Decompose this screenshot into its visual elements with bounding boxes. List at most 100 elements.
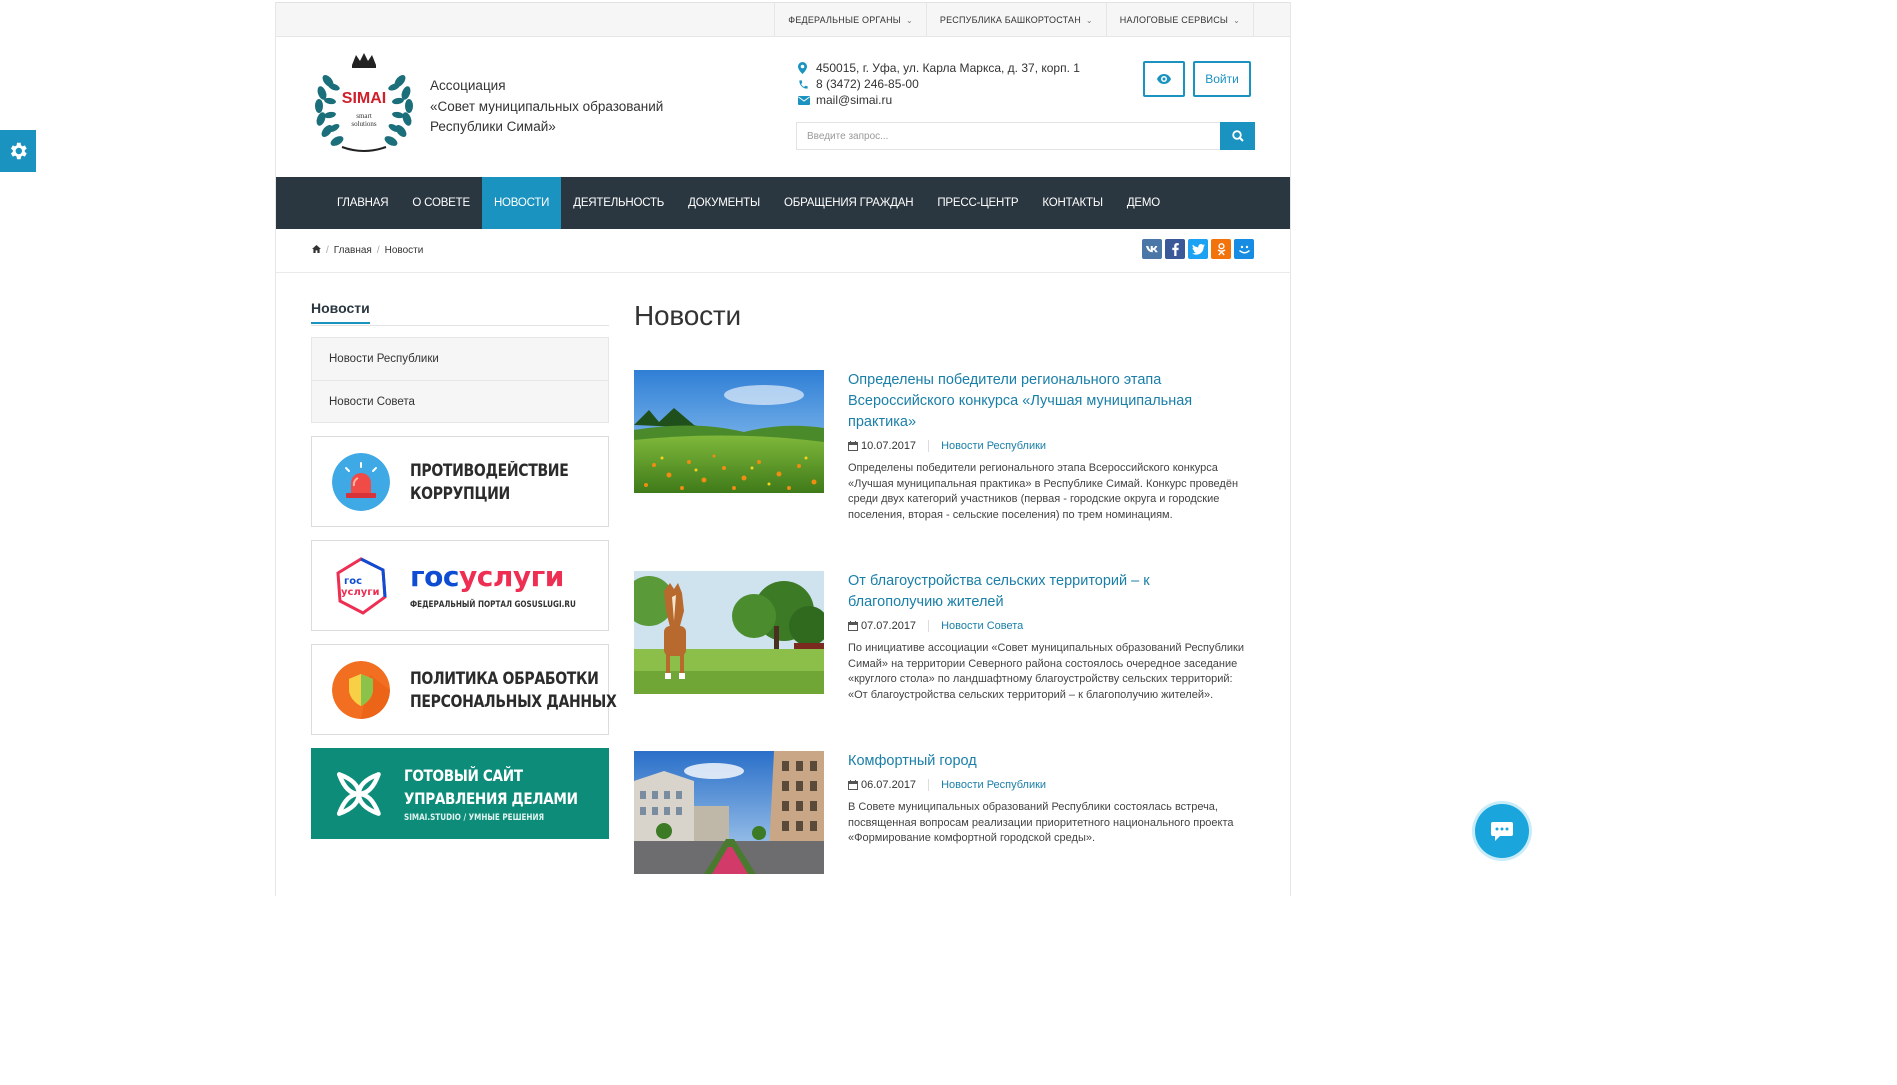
breadcrumb: / Главная / Новости — [312, 245, 423, 256]
map-marker-icon — [798, 62, 816, 74]
news-category-link[interactable]: Новости Республики — [941, 779, 1046, 791]
news-image-meadow[interactable] — [634, 370, 824, 493]
facebook-icon[interactable] — [1165, 239, 1185, 259]
sidebar-title: Новости — [311, 300, 370, 324]
news-category-link[interactable]: Новости Совета — [941, 620, 1023, 632]
news-date: 10.07.2017 — [861, 440, 917, 452]
chevron-down-icon: ⌄ — [905, 15, 913, 25]
sidebar-menu: Новости Республики Новости Совета — [311, 337, 609, 423]
page-title: Новости — [634, 300, 741, 331]
svg-text:solutions: solutions — [351, 120, 377, 128]
top-bar-menu: ФЕДЕРАЛЬНЫЕ ОРГАНЫ ⌄ РЕСПУБЛИКА БАШКОРТОС… — [774, 3, 1254, 37]
news-body: Комфортный город 06.07.2017 Новости Респ… — [848, 751, 1248, 847]
nav-item-press[interactable]: ПРЕСС-ЦЕНТР — [925, 177, 1030, 229]
banner-anti-corruption[interactable]: ПРОТИВОДЕЙСТВИЕ КОРРУПЦИИ — [311, 436, 609, 527]
site-logo[interactable]: SIMAI smart solutions — [312, 51, 416, 157]
search-input[interactable] — [796, 122, 1220, 150]
nav-item-home[interactable]: ГЛАВНАЯ — [325, 177, 400, 229]
org-name: Ассоциация «Совет муниципальных образова… — [430, 76, 663, 138]
chevron-down-icon: ⌄ — [1233, 15, 1240, 25]
nav-item-documents[interactable]: ДОКУМЕНТЫ — [676, 177, 772, 229]
breadcrumb-row: / Главная / Новости — [276, 229, 1290, 273]
site-header: SIMAI smart solutions Ассоциация «Совет … — [276, 37, 1290, 177]
phone-row: 8 (3472) 246-85-00 — [798, 76, 1080, 92]
breadcrumb-separator: / — [376, 245, 380, 256]
sidebar-item-republic-news[interactable]: Новости Республики — [312, 338, 608, 380]
news-title-link[interactable]: От благоустройства сельских территорий –… — [848, 571, 1248, 613]
nav-item-appeals[interactable]: ОБРАЩЕНИЯ ГРАЖДАН — [772, 177, 925, 229]
accessibility-button[interactable] — [1143, 61, 1185, 97]
banner-simai-studio[interactable]: ГОТОВЫЙ САЙТ УПРАВЛЕНИЯ ДЕЛАМИ SIMAI.STU… — [311, 748, 609, 839]
meta-divider — [928, 440, 930, 452]
svg-text:услуги: услуги — [341, 587, 380, 598]
vk-icon[interactable] — [1142, 239, 1162, 259]
banner-text: ГОТОВЫЙ САЙТ УПРАВЛЕНИЯ ДЕЛАМИ — [404, 764, 578, 810]
breadcrumb-current: Новости — [384, 245, 424, 256]
news-meta: 10.07.2017 Новости Республики — [848, 440, 1248, 452]
news-excerpt: По инициативе ассоциации «Совет муниципа… — [848, 642, 1244, 701]
topbar-item-tax[interactable]: НАЛОГОВЫЕ СЕРВИСЫ ⌄ — [1107, 3, 1254, 37]
social-share — [1142, 239, 1254, 259]
settings-gear-button[interactable] — [0, 130, 36, 172]
home-icon[interactable] — [312, 245, 321, 256]
org-name-line: Ассоциация — [430, 78, 506, 93]
search-icon — [1231, 130, 1244, 142]
banner-gosuslugi[interactable]: гос услуги госуслуги ФЕДЕРАЛЬНЫЙ ПОРТАЛ … — [311, 540, 609, 631]
calendar-icon — [848, 441, 858, 451]
address-text: 450015, г. Уфа, ул. Карла Маркса, д. 37,… — [816, 61, 1080, 75]
banner-personal-data[interactable]: ПОЛИТИКА ОБРАБОТКИ ПЕРСОНАЛЬНЫХ ДАННЫХ — [311, 644, 617, 735]
contact-info: 450015, г. Уфа, ул. Карла Маркса, д. 37,… — [798, 60, 1080, 108]
news-date: 07.07.2017 — [861, 620, 917, 632]
svg-text:smart: smart — [356, 112, 372, 120]
topbar-item-federal[interactable]: ФЕДЕРАЛЬНЫЕ ОРГАНЫ ⌄ — [775, 3, 927, 37]
email-row: mail@simai.ru — [798, 92, 1080, 108]
nav-item-news[interactable]: НОВОСТИ — [481, 177, 562, 229]
email-link[interactable]: mail@simai.ru — [816, 92, 892, 108]
moimir-icon[interactable] — [1234, 239, 1254, 259]
sidebar-header: Новости — [311, 299, 609, 326]
siren-icon — [332, 452, 390, 511]
breadcrumb-home[interactable]: Главная — [334, 245, 372, 256]
news-title-link[interactable]: Определены победители регионального этап… — [848, 370, 1248, 433]
gear-icon — [10, 142, 27, 160]
nav-item-demo[interactable]: ДЕМО — [1115, 177, 1172, 229]
news-image-city[interactable] — [634, 751, 824, 874]
phone-text[interactable]: 8 (3472) 246-85-00 — [816, 76, 919, 92]
banner-line: УПРАВЛЕНИЯ ДЕЛАМИ — [403, 789, 578, 808]
topbar-item-bashkortostan[interactable]: РЕСПУБЛИКА БАШКОРТОСТАН ⌄ — [927, 3, 1107, 37]
news-date: 06.07.2017 — [861, 779, 917, 791]
search-form — [796, 122, 1255, 150]
nav-item-contacts[interactable]: КОНТАКТЫ — [1030, 177, 1114, 229]
search-button[interactable] — [1220, 122, 1255, 150]
news-excerpt: В Совете муниципальных образований Респу… — [848, 801, 1234, 845]
gosuslugi-logo: гос услуги — [332, 556, 390, 615]
news-excerpt: Определены победители регионального этап… — [848, 462, 1239, 521]
meta-divider — [928, 779, 930, 791]
news-title-link[interactable]: Комфортный город — [848, 751, 1248, 772]
twitter-icon[interactable] — [1188, 239, 1208, 259]
phone-icon — [798, 79, 816, 90]
logo-text: SIMAI — [342, 90, 386, 107]
banner-text: ПОЛИТИКА ОБРАБОТКИ ПЕРСОНАЛЬНЫХ ДАННЫХ — [410, 667, 617, 713]
odnoklassniki-icon[interactable] — [1211, 239, 1231, 259]
sidebar-item-council-news[interactable]: Новости Совета — [312, 380, 608, 422]
main-navigation: ГЛАВНАЯ О СОВЕТЕ НОВОСТИ ДЕЯТЕЛЬНОСТЬ ДО… — [276, 177, 1290, 229]
simai-flower-icon — [336, 771, 381, 816]
nav-item-about[interactable]: О СОВЕТЕ — [400, 177, 482, 229]
login-button[interactable]: Войти — [1193, 61, 1251, 97]
gosuslugi-text: госуслуги ФЕДЕРАЛЬНЫЙ ПОРТАЛ GOSUSLUGI.R… — [410, 559, 605, 610]
org-name-line: «Совет муниципальных образований — [430, 98, 664, 114]
banner-line: ПЕРСОНАЛЬНЫХ ДАННЫХ — [410, 691, 617, 711]
news-body: От благоустройства сельских территорий –… — [848, 571, 1248, 703]
gosuslugi-title: госуслуги — [410, 559, 564, 593]
news-body: Определены победители регионального этап… — [848, 370, 1248, 523]
nav-item-activity[interactable]: ДЕЯТЕЛЬНОСТЬ — [561, 177, 676, 229]
news-category-link[interactable]: Новости Республики — [941, 440, 1046, 452]
org-name-line: Республики Симай» — [430, 119, 556, 134]
banner-line: ГОТОВЫЙ САЙТ — [403, 766, 523, 785]
news-image-horse[interactable] — [634, 571, 824, 694]
simai-banner-text: ГОТОВЫЙ САЙТ УПРАВЛЕНИЯ ДЕЛАМИ SIMAI.STU… — [404, 764, 608, 823]
chat-button[interactable] — [1475, 804, 1529, 858]
banner-line: ПРОТИВОДЕЙСТВИЕ — [410, 460, 569, 480]
topbar-item-label: ФЕДЕРАЛЬНЫЕ ОРГАНЫ — [788, 15, 901, 25]
